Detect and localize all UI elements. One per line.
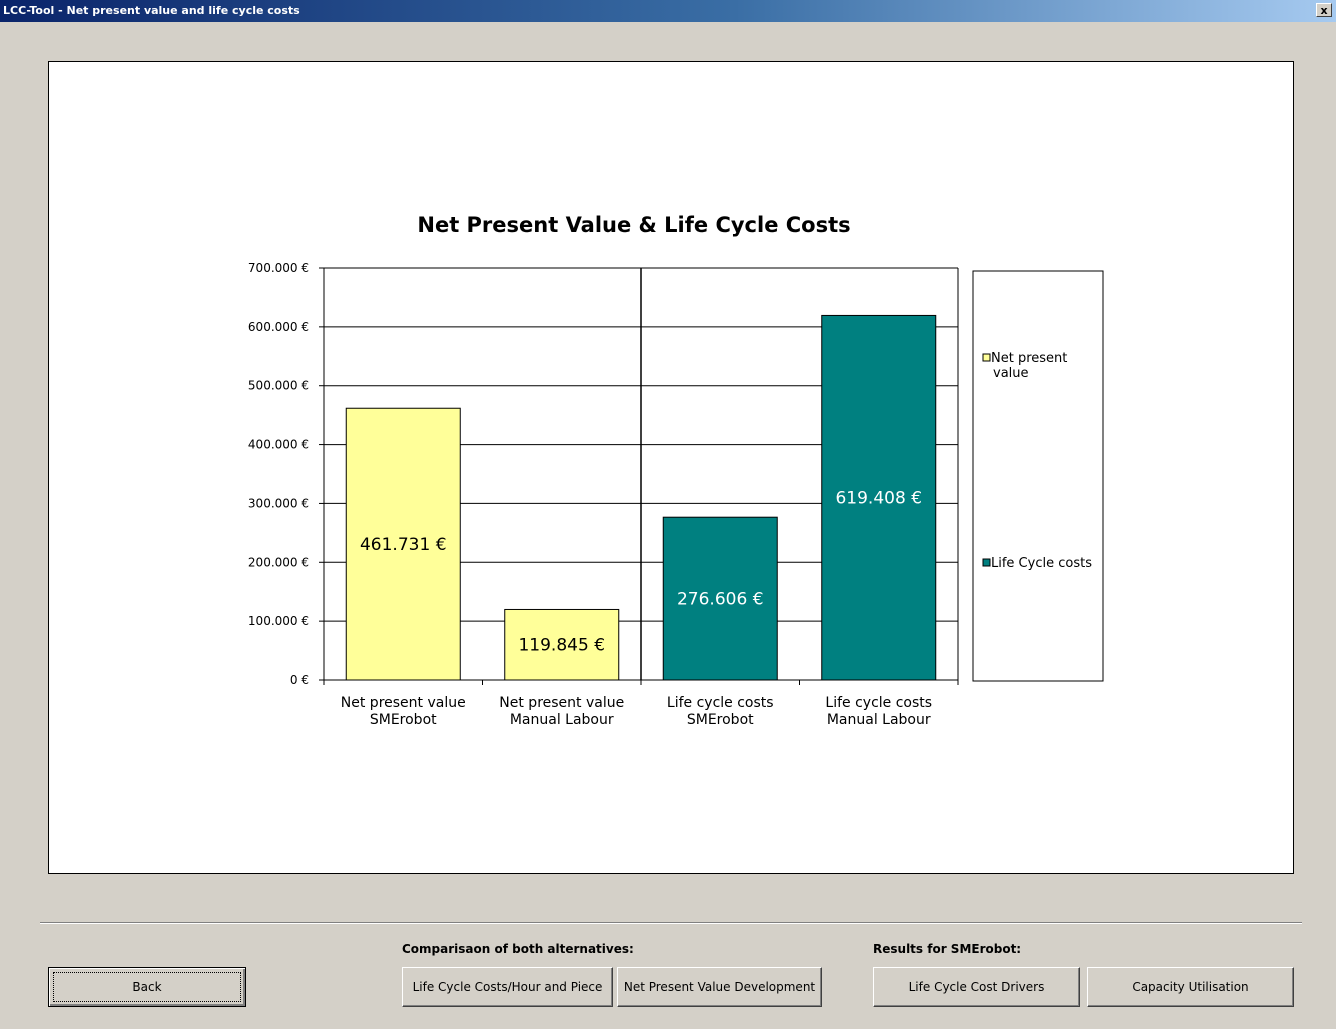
data-label: 119.845 € (518, 636, 605, 656)
y-tick-label: 500.000 € (248, 379, 309, 393)
x-category-label: Net present value (341, 695, 466, 711)
comparison-group-label: Comparisaon of both alternatives: (402, 942, 634, 956)
legend-swatch (982, 558, 991, 567)
x-category-label: Manual Labour (510, 712, 614, 728)
legend-swatch (982, 353, 991, 362)
window-title: LCC-Tool - Net present value and life cy… (3, 4, 300, 17)
npv-development-button-label: Net Present Value Development (623, 980, 816, 994)
x-category-label: Manual Labour (827, 712, 931, 728)
lcc-drivers-button[interactable]: Life Cycle Cost Drivers (873, 967, 1080, 1007)
capacity-utilisation-button-label: Capacity Utilisation (1132, 980, 1249, 994)
y-tick-label: 600.000 € (248, 320, 309, 334)
separator (40, 922, 1302, 924)
legend-label: Life Cycle costs (991, 556, 1092, 571)
lcc-drivers-button-label: Life Cycle Cost Drivers (908, 980, 1045, 994)
npv-development-button[interactable]: Net Present Value Development (617, 967, 822, 1007)
x-category-label: SMErobot (370, 712, 437, 728)
x-category-label: Life cycle costs (667, 695, 774, 711)
chart: Net Present Value & Life Cycle Costs 0 € 1… (248, 213, 1104, 728)
data-label: 619.408 € (835, 489, 922, 509)
x-category-label: SMErobot (687, 712, 754, 728)
y-tick-label: 0 € (290, 673, 309, 687)
lcc-hour-piece-button[interactable]: Life Cycle Costs/Hour and Piece (402, 967, 613, 1007)
back-button[interactable]: Back (48, 967, 246, 1007)
chart-title: Net Present Value & Life Cycle Costs (417, 213, 850, 237)
x-category-label: Net present value (499, 695, 624, 711)
data-label: 276.606 € (677, 590, 764, 610)
chart-frame: Net Present Value & Life Cycle Costs 0 € 1… (48, 61, 1294, 874)
close-button[interactable]: x (1316, 3, 1332, 17)
data-label: 461.731 € (360, 535, 447, 555)
y-tick-label: 300.000 € (248, 496, 309, 510)
y-tick-label: 400.000 € (248, 438, 309, 452)
y-tick-label: 200.000 € (248, 555, 309, 569)
lcc-hour-piece-button-label: Life Cycle Costs/Hour and Piece (412, 980, 603, 994)
y-tick-label: 100.000 € (248, 614, 309, 628)
focus-rect (53, 972, 241, 1002)
capacity-utilisation-button[interactable]: Capacity Utilisation (1087, 967, 1294, 1007)
results-group-label: Results for SMErobot: (873, 942, 1022, 956)
x-category-label: Life cycle costs (825, 695, 932, 711)
y-tick-label: 700.000 € (248, 261, 309, 275)
window-titlebar: LCC-Tool - Net present value and life cy… (0, 0, 1336, 22)
legend-label: Net present (991, 351, 1067, 366)
legend-label: value (993, 366, 1029, 381)
legend-box (972, 270, 1104, 682)
